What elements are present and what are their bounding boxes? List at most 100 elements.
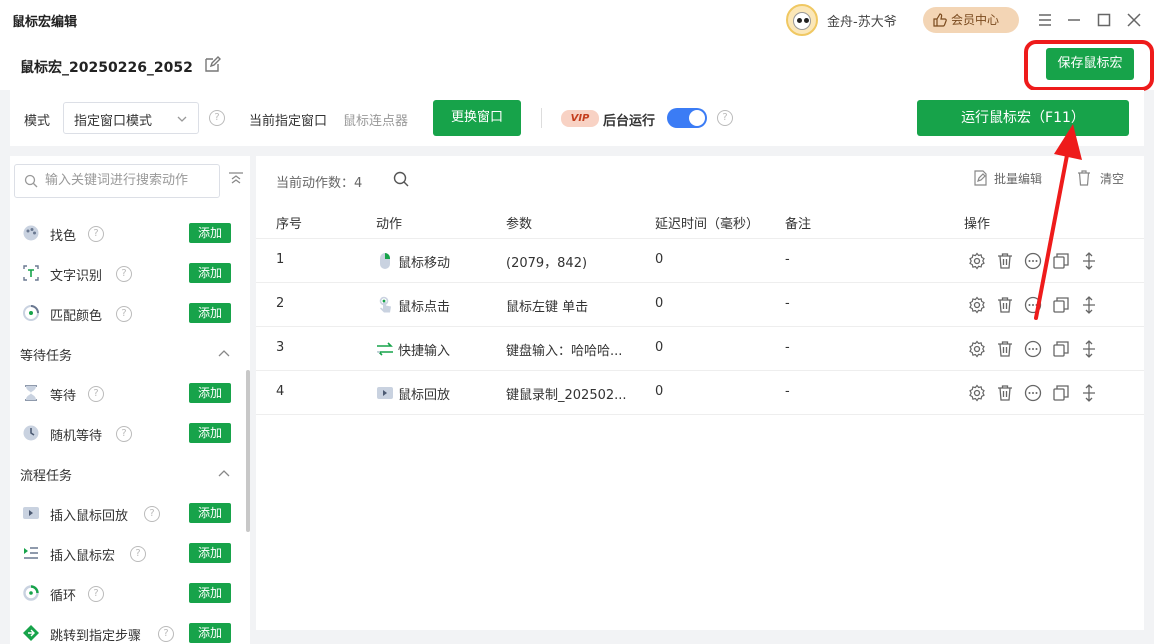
- table-row[interactable]: 2 鼠标点击 鼠标左键 单击 0 -: [256, 282, 1144, 326]
- help-icon[interactable]: ?: [88, 226, 104, 242]
- window-title: 鼠标宏编辑: [12, 15, 78, 30]
- action-label: 找色: [50, 229, 77, 244]
- search-icon[interactable]: [392, 170, 410, 188]
- maximize-icon[interactable]: [1094, 10, 1114, 30]
- drag-handle-icon[interactable]: [1080, 340, 1098, 358]
- run-macro-button[interactable]: 运行鼠标宏（F11）: [917, 100, 1129, 136]
- vip-badge: VIP: [561, 110, 599, 127]
- change-window-button[interactable]: 更换窗口: [433, 100, 521, 136]
- drag-handle-icon[interactable]: [1080, 252, 1098, 270]
- column-header-params: 参数: [506, 217, 533, 232]
- action-list-panel: 当前动作数：4 批量编辑 清空 序号 动作 参数 延迟时间（毫秒） 备注 操作 …: [256, 156, 1144, 630]
- thumbs-up-icon: [933, 13, 947, 27]
- row-index: 4: [276, 384, 285, 399]
- settings-icon[interactable]: [968, 252, 986, 270]
- background-run-help-icon[interactable]: ?: [717, 110, 733, 126]
- help-icon[interactable]: ?: [88, 386, 104, 402]
- add-button[interactable]: 添加: [189, 223, 231, 243]
- help-icon[interactable]: ?: [158, 626, 174, 642]
- drag-handle-icon[interactable]: [1080, 296, 1098, 314]
- action-search-placeholder: 输入关键词进行搜索动作: [45, 173, 189, 188]
- mode-select[interactable]: 指定窗口模式: [63, 102, 199, 134]
- add-button[interactable]: 添加: [189, 303, 231, 323]
- more-icon[interactable]: [1024, 296, 1042, 314]
- close-icon[interactable]: [1124, 10, 1144, 30]
- add-button[interactable]: 添加: [189, 583, 231, 603]
- row-params: 鼠标左键 单击: [506, 300, 589, 315]
- help-icon[interactable]: ?: [116, 266, 132, 282]
- clock-icon: [23, 425, 39, 441]
- background-run-toggle[interactable]: [667, 108, 707, 128]
- chevron-up-icon[interactable]: [217, 467, 231, 481]
- macro-name: 鼠标宏_20250226_2052: [20, 60, 193, 76]
- action-count: 当前动作数：4: [276, 176, 363, 191]
- copy-icon[interactable]: [1052, 296, 1070, 314]
- member-center-button[interactable]: 会员中心: [923, 7, 1019, 33]
- section-wait-tasks[interactable]: 等待任务: [10, 334, 244, 374]
- settings-icon[interactable]: [968, 384, 986, 402]
- clear-button[interactable]: 清空: [1076, 170, 1124, 187]
- action-search-input[interactable]: 输入关键词进行搜索动作: [14, 164, 220, 198]
- action-item-wait: 等待 ? 添加: [10, 374, 244, 414]
- help-icon[interactable]: ?: [88, 586, 104, 602]
- edit-icon[interactable]: [203, 56, 221, 74]
- row-delay: 0: [655, 384, 664, 399]
- delete-icon[interactable]: [996, 296, 1014, 314]
- mode-help-icon[interactable]: ?: [209, 110, 225, 126]
- delete-icon[interactable]: [996, 252, 1014, 270]
- macro-header: 鼠标宏_20250226_2052 保存鼠标宏: [0, 40, 1154, 91]
- section-title: 等待任务: [20, 349, 73, 364]
- divider: [541, 108, 542, 128]
- copy-icon[interactable]: [1052, 252, 1070, 270]
- row-action-label: 快捷输入: [398, 344, 451, 359]
- row-action-label: 鼠标点击: [398, 300, 451, 315]
- copy-icon[interactable]: [1052, 384, 1070, 402]
- chevron-up-icon[interactable]: [217, 347, 231, 361]
- help-icon[interactable]: ?: [116, 426, 132, 442]
- loop-icon: [23, 585, 39, 601]
- batch-edit-icon: [974, 170, 987, 186]
- row-params: (2079，842): [506, 256, 588, 271]
- help-icon[interactable]: ?: [144, 506, 160, 522]
- row-action-label: 鼠标回放: [398, 388, 451, 403]
- add-button[interactable]: 添加: [189, 623, 231, 643]
- more-icon[interactable]: [1024, 384, 1042, 402]
- help-icon[interactable]: ?: [116, 306, 132, 322]
- table-row[interactable]: 1 鼠标移动 (2079，842) 0 -: [256, 238, 1144, 282]
- macro-list-icon: [24, 547, 38, 559]
- action-label: 随机等待: [50, 429, 103, 444]
- help-icon[interactable]: ?: [130, 546, 146, 562]
- delete-icon[interactable]: [996, 340, 1014, 358]
- table-row[interactable]: 4 鼠标回放 键鼠录制_202502... 0 -: [256, 370, 1144, 414]
- action-item-color-match: 匹配颜色 ? 添加: [10, 294, 244, 334]
- table-row[interactable]: 3 快捷输入 键盘输入：哈哈哈... 0 -: [256, 326, 1144, 370]
- action-library: 输入关键词进行搜索动作 找色 ? 添加 文字识别 ? 添加 匹配颜色 ? 添加 …: [10, 156, 250, 644]
- user-name[interactable]: 金舟-苏大爷: [827, 11, 897, 30]
- sidebar-scrollbar[interactable]: [246, 370, 250, 532]
- row-note: -: [785, 252, 790, 267]
- save-macro-button[interactable]: 保存鼠标宏: [1046, 48, 1134, 80]
- add-button[interactable]: 添加: [189, 543, 231, 563]
- drag-handle-icon[interactable]: [1080, 384, 1098, 402]
- add-button[interactable]: 添加: [189, 263, 231, 283]
- batch-edit-button[interactable]: 批量编辑: [972, 170, 1042, 187]
- copy-icon[interactable]: [1052, 340, 1070, 358]
- menu-icon[interactable]: [1035, 10, 1055, 30]
- section-title: 流程任务: [20, 469, 73, 484]
- minimize-icon[interactable]: [1064, 10, 1084, 30]
- section-flow-tasks[interactable]: 流程任务: [10, 454, 244, 494]
- column-header-index: 序号: [276, 217, 303, 232]
- click-icon: [379, 296, 391, 313]
- more-icon[interactable]: [1024, 252, 1042, 270]
- action-label: 循环: [50, 589, 77, 604]
- settings-icon[interactable]: [968, 340, 986, 358]
- action-label: 插入鼠标回放: [50, 509, 129, 524]
- add-button[interactable]: 添加: [189, 423, 231, 443]
- add-button[interactable]: 添加: [189, 503, 231, 523]
- collapse-all-icon[interactable]: [228, 171, 244, 187]
- delete-icon[interactable]: [996, 384, 1014, 402]
- settings-icon[interactable]: [968, 296, 986, 314]
- more-icon[interactable]: [1024, 340, 1042, 358]
- add-button[interactable]: 添加: [189, 383, 231, 403]
- user-avatar[interactable]: [786, 4, 818, 36]
